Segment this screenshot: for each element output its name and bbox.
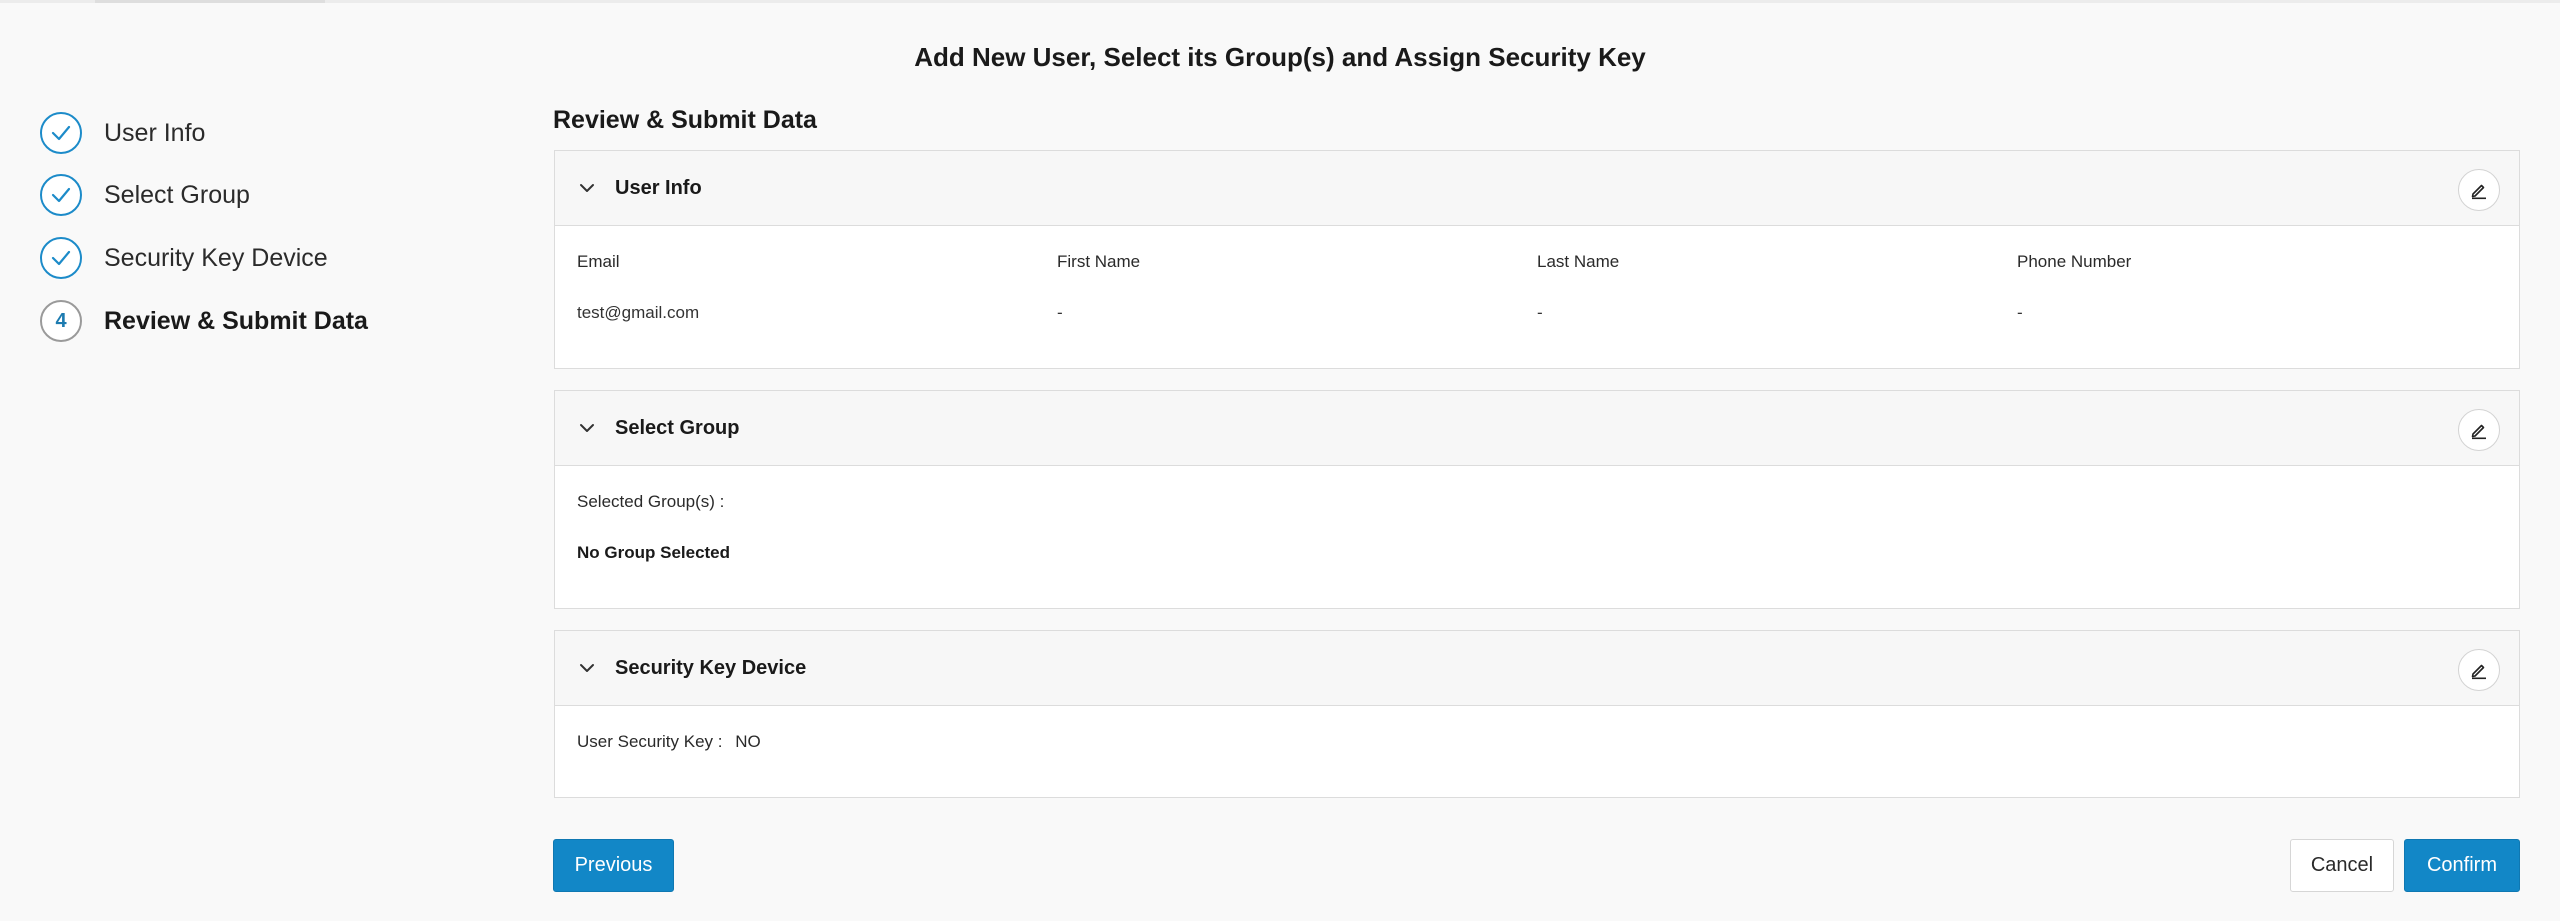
last-name-label: Last Name bbox=[1537, 252, 1620, 271]
security-key-panel: Security Key Device User Security Key : … bbox=[554, 630, 2520, 798]
step-complete-indicator bbox=[40, 237, 82, 279]
confirm-button[interactable]: Confirm bbox=[2404, 839, 2520, 892]
section-heading: Review & Submit Data bbox=[553, 106, 817, 134]
last-name-value: - bbox=[1537, 303, 1543, 322]
pencil-icon bbox=[2471, 664, 2486, 680]
user-security-key-label-text: User Security Key : bbox=[577, 732, 723, 751]
step-label: Select Group bbox=[104, 180, 250, 209]
email-label: Email bbox=[577, 252, 620, 271]
previous-button[interactable]: Previous bbox=[553, 839, 674, 892]
step-number: 4 bbox=[55, 309, 67, 332]
top-border-segment bbox=[95, 0, 325, 3]
user-info-grid: Email test@gmail.com First Name - Last N… bbox=[577, 252, 2497, 323]
step-review-submit[interactable]: 4 Review & Submit Data bbox=[40, 300, 460, 342]
email-column: Email test@gmail.com bbox=[577, 252, 1057, 323]
panel-title: User Info bbox=[615, 176, 702, 199]
cancel-button[interactable]: Cancel bbox=[2290, 839, 2394, 892]
panel-title: Select Group bbox=[615, 416, 740, 439]
user-info-panel-header[interactable]: User Info bbox=[555, 151, 2519, 226]
edit-select-group-button[interactable] bbox=[2458, 409, 2500, 451]
check-icon bbox=[51, 125, 71, 141]
step-label: Security Key Device bbox=[104, 243, 328, 272]
select-group-panel: Select Group Selected Group(s) : No Grou… bbox=[554, 390, 2520, 609]
user-info-panel: User Info Email test@gmail.com First Nam… bbox=[554, 150, 2520, 369]
security-key-panel-header[interactable]: Security Key Device bbox=[555, 631, 2519, 706]
pencil-icon bbox=[2471, 424, 2486, 440]
check-icon bbox=[51, 187, 71, 203]
selected-groups-value: No Group Selected bbox=[577, 543, 731, 562]
select-group-panel-header[interactable]: Select Group bbox=[555, 391, 2519, 466]
step-number-indicator: 4 bbox=[40, 300, 82, 342]
page-title: Add New User, Select its Group(s) and As… bbox=[914, 42, 1646, 72]
user-security-key-value: NO bbox=[735, 732, 761, 751]
chevron-down-icon[interactable] bbox=[577, 658, 597, 678]
email-value: test@gmail.com bbox=[577, 303, 700, 322]
first-name-label: First Name bbox=[1057, 252, 1141, 271]
step-security-key-device[interactable]: Security Key Device bbox=[40, 237, 460, 279]
phone-number-label: Phone Number bbox=[2017, 252, 2132, 271]
edit-user-info-button[interactable] bbox=[2458, 169, 2500, 211]
step-label: User Info bbox=[104, 118, 206, 147]
top-border bbox=[0, 0, 2560, 3]
check-icon bbox=[51, 250, 71, 266]
phone-number-value: - bbox=[2017, 303, 2023, 322]
step-complete-indicator bbox=[40, 174, 82, 216]
first-name-column: First Name - bbox=[1057, 252, 1537, 323]
step-user-info[interactable]: User Info bbox=[40, 112, 460, 154]
last-name-column: Last Name - bbox=[1537, 252, 2017, 323]
step-select-group[interactable]: Select Group bbox=[40, 174, 460, 216]
chevron-down-icon[interactable] bbox=[577, 178, 597, 198]
step-complete-indicator bbox=[40, 112, 82, 154]
chevron-down-icon[interactable] bbox=[577, 418, 597, 438]
pencil-icon bbox=[2471, 184, 2486, 200]
selected-groups-label: Selected Group(s) : bbox=[577, 492, 725, 511]
phone-number-column: Phone Number - bbox=[2017, 252, 2497, 323]
user-security-key-label: User Security Key : NO bbox=[577, 732, 761, 752]
panel-title: Security Key Device bbox=[615, 656, 807, 679]
first-name-value: - bbox=[1057, 303, 1063, 322]
step-label: Review & Submit Data bbox=[104, 306, 368, 335]
edit-security-key-button[interactable] bbox=[2458, 649, 2500, 691]
